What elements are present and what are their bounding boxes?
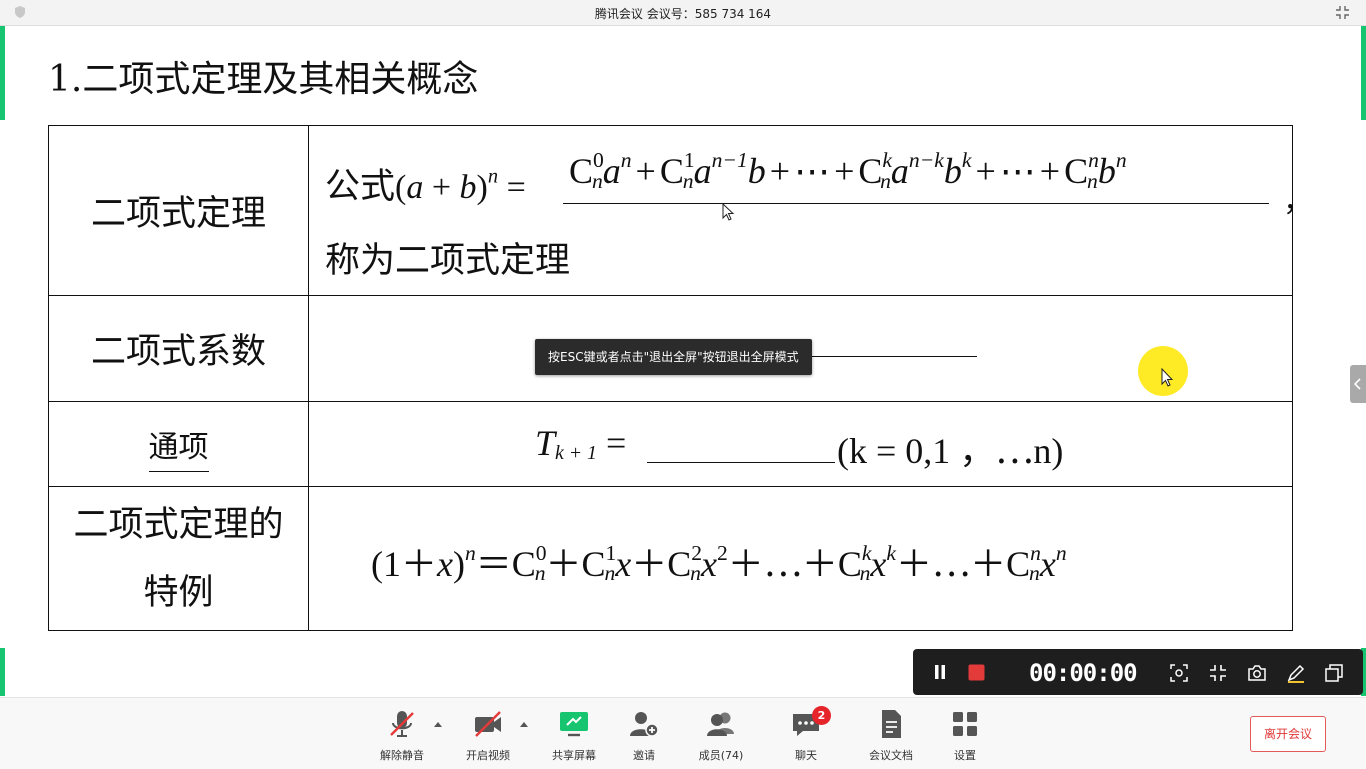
toolbar-label: 成员(74)	[698, 749, 744, 762]
binomial-table: 二项式定理 公式(a + b)n = C0nan + C1nan−1b + ⋯ + Ckna…	[48, 125, 1313, 631]
pen-icon[interactable]	[1286, 663, 1306, 683]
members-button[interactable]: 成员(74)	[689, 708, 753, 763]
formula-cell: 公式(a + b)n = C0nan + C1nan−1b + ⋯ + Cknan−kbk +…	[308, 125, 1313, 296]
toolbar-label: 会议文档	[869, 749, 913, 762]
settings-icon	[953, 712, 977, 736]
row-header: 通项	[48, 401, 309, 487]
window-title: 腾讯会议 会议号：585 734 164	[594, 7, 772, 21]
formula-lhs: (a + b)n =	[395, 165, 526, 206]
stop-icon[interactable]	[968, 664, 985, 681]
leave-meeting-button[interactable]: 离开会议	[1250, 716, 1326, 752]
exit-fullscreen-icon[interactable]	[1335, 5, 1350, 20]
theorem-caption: 称为二项式定理	[325, 241, 571, 281]
toolbar-label: 共享屏幕	[552, 749, 596, 762]
toolbar-label: 邀请	[633, 749, 655, 762]
theorem-formula: 公式(a + b)n =	[325, 158, 526, 209]
pause-icon[interactable]	[932, 664, 948, 680]
row-header: 二项式定理	[48, 125, 309, 296]
toolbar-label: 设置	[954, 749, 976, 762]
exit-fullscreen-icon[interactable]	[1209, 664, 1227, 682]
restore-window-icon[interactable]	[1325, 664, 1343, 682]
meeting-toolbar: 解除静音 开启视频 共享屏幕 邀请 成员(74) 2 聊天 会议文档 设置 离开…	[0, 697, 1366, 769]
share-border-left-top	[0, 26, 5, 120]
share-border-left-bottom	[0, 648, 5, 696]
chat-unread-badge: 2	[812, 706, 831, 725]
recording-timer: 00:00:00	[1029, 659, 1138, 687]
chevron-left-icon	[1353, 378, 1361, 390]
region-select-icon[interactable]	[1170, 664, 1188, 682]
row-header: 二项式定理的 特例	[48, 486, 309, 631]
table-row: 二项式定理的 特例 (1＋x)n＝C0n＋C1nx＋C2nx2＋⋯＋Cknxk＋⋯…	[48, 486, 1293, 631]
camera-icon[interactable]	[1247, 664, 1267, 682]
mic-muted-icon	[390, 711, 414, 737]
special-case-formula: (1＋x)n＝C0n＋C1nx＋C2nx2＋⋯＋Cknxk＋⋯＋Cnnxn	[371, 540, 1067, 586]
slide-title: 1.二项式定理及其相关概念	[48, 59, 479, 100]
cursor-arrow-icon	[722, 203, 735, 221]
audio-options-caret[interactable]	[434, 722, 442, 727]
share-screen-button[interactable]: 共享屏幕	[542, 708, 606, 763]
general-term-formula: Tk + 1 =	[535, 423, 627, 464]
invite-icon	[630, 712, 659, 737]
cursor-arrow-icon	[1161, 368, 1174, 387]
table-row: 二项式定理 公式(a + b)n = C0nan + C1nan−1b + ⋯ + Ckna…	[48, 125, 1313, 296]
share-screen-icon	[560, 712, 588, 737]
toolbar-label: 聊天	[795, 749, 817, 762]
start-video-button[interactable]: 开启视频	[456, 708, 520, 763]
video-options-caret[interactable]	[520, 722, 528, 727]
special-case-cell: (1＋x)n＝C0n＋C1nx＋C2nx2＋⋯＋Cknxk＋⋯＋Cnnxn	[308, 486, 1293, 631]
share-border-right-top	[1361, 26, 1366, 120]
chat-button[interactable]: 2 聊天	[774, 706, 838, 763]
recording-bar: 00:00:00	[913, 649, 1363, 695]
answer-underline	[563, 203, 1269, 204]
side-panel-toggle[interactable]	[1350, 365, 1366, 403]
settings-button[interactable]: 设置	[933, 708, 997, 763]
row-header: 二项式系数	[48, 295, 309, 402]
toolbar-label: 开启视频	[466, 749, 510, 762]
document-icon	[882, 710, 901, 738]
toolbar-label: 解除静音	[380, 749, 424, 762]
invite-button[interactable]: 邀请	[612, 708, 676, 763]
window-title-bar: 腾讯会议 会议号：585 734 164	[0, 0, 1366, 26]
camera-off-icon	[475, 711, 501, 737]
unmute-button[interactable]: 解除静音	[370, 708, 434, 763]
members-icon	[707, 712, 734, 736]
meeting-docs-button[interactable]: 会议文档	[859, 708, 923, 763]
general-term-range: (k = 0,1 ，⋯n)	[837, 431, 1064, 471]
formula-prefix: 公式	[325, 167, 396, 207]
formula-comma: ，	[1283, 184, 1313, 219]
theorem-answer: C0nan + C1nan−1b + ⋯ + Cknan−kbk + ⋯ + Cnnbn	[569, 148, 1127, 193]
table-row: 通项 Tk + 1 = (k = 0,1 ，⋯n)	[48, 401, 1293, 487]
fullscreen-tooltip: 按ESC键或者点击"退出全屏"按钮退出全屏模式	[535, 339, 812, 375]
general-term-cell: Tk + 1 = (k = 0,1 ，⋯n)	[308, 401, 1293, 487]
general-term-blank	[647, 462, 835, 463]
